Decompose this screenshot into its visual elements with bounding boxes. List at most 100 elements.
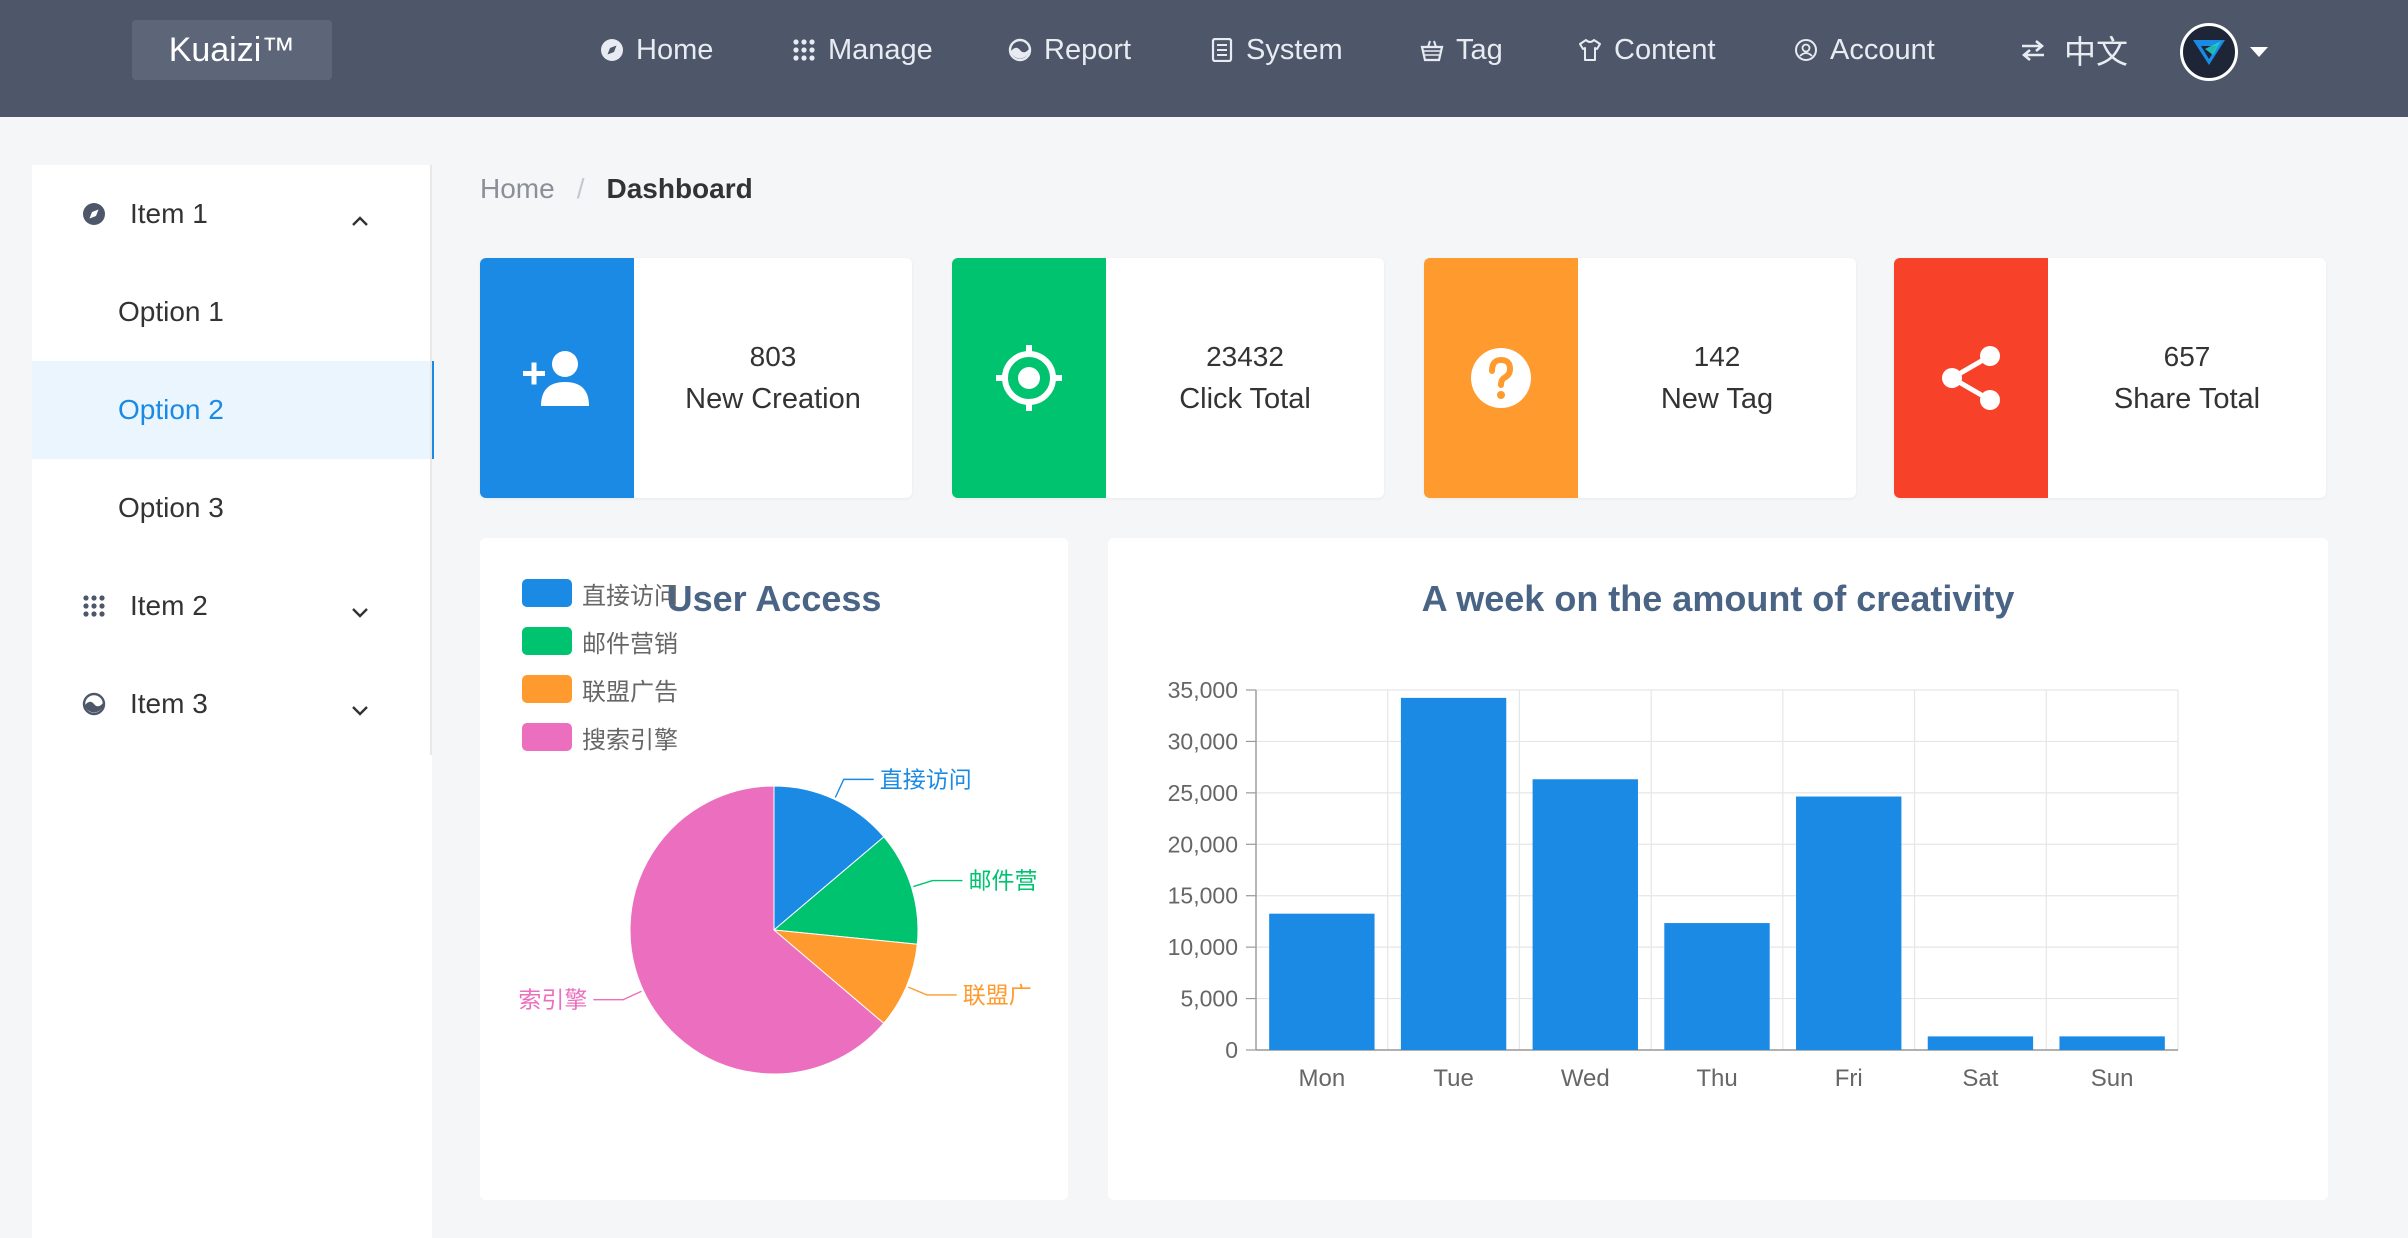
sidebar-item-2[interactable]: Item 2 xyxy=(32,557,432,655)
sidebar-option-3[interactable]: Option 3 xyxy=(32,459,432,557)
bar[interactable] xyxy=(1269,913,1375,1050)
target-icon xyxy=(996,345,1062,411)
bar[interactable] xyxy=(1664,923,1770,1050)
nav-system-label: System xyxy=(1246,33,1343,66)
stat-text: 803 New Creation xyxy=(634,258,912,498)
sidebar-item-1[interactable]: Item 1 xyxy=(32,165,432,263)
grid-icon xyxy=(80,592,108,620)
stat-value: 657 xyxy=(2163,340,2211,372)
nav-manage-label: Manage xyxy=(828,33,933,66)
pie-slice[interactable] xyxy=(629,785,885,1075)
x-tick-label: Mon xyxy=(1299,1065,1346,1092)
chevron-down-icon xyxy=(350,693,370,725)
bar[interactable] xyxy=(1927,1036,2034,1050)
bar-chart: 0 5,000 10,000 15,000 20,000 25,000 30,000 35,0… xyxy=(1168,677,2179,1092)
chart-icon xyxy=(1006,36,1034,64)
legend-item[interactable]: 联盟广告 xyxy=(522,674,678,706)
y-tick-label: 0 xyxy=(1225,1037,1238,1063)
legend-item[interactable]: 直接访问 xyxy=(522,578,678,610)
y-tick-label: 25,000 xyxy=(1168,780,1238,806)
sidebar-item-1-label: Item 1 xyxy=(130,198,208,229)
chevron-up-icon xyxy=(350,203,370,235)
pie-slice[interactable] xyxy=(772,929,918,1025)
y-tick-label: 5,000 xyxy=(1180,986,1238,1012)
sidebar-item-3-label: Item 3 xyxy=(130,688,208,719)
legend-label: 搜索引擎 xyxy=(582,726,678,754)
share-icon xyxy=(1942,346,2000,410)
swap-icon xyxy=(2014,36,2052,64)
stat-value: 803 xyxy=(749,340,797,372)
shirt-icon xyxy=(1576,36,1604,64)
user-access-panel: User Access 直接访问 邮件营销 联盟广告 搜索引擎 直接访问 邮件营联… xyxy=(480,538,1068,1200)
brand-logo-icon xyxy=(2193,40,2225,65)
x-tick-label: Sat xyxy=(1962,1065,1998,1092)
stat-card-new-tag[interactable]: 142 New Tag xyxy=(1424,258,1856,498)
document-icon xyxy=(1208,36,1236,64)
x-tick-label: Thu xyxy=(1696,1065,1737,1092)
top-navbar: Kuaizi™ Home Manage Report System Tag Co xyxy=(0,0,2408,117)
nav-manage[interactable]: Manage xyxy=(790,28,933,72)
stat-label: Click Total xyxy=(1179,382,1311,415)
stat-card-share-total[interactable]: 657 Share Total xyxy=(1894,258,2326,498)
grid-icon xyxy=(790,36,818,64)
user-menu[interactable] xyxy=(2180,22,2268,82)
nav-report-label: Report xyxy=(1044,33,1132,66)
stat-icon-block xyxy=(480,258,634,498)
stat-card-new-creation[interactable]: 803 New Creation xyxy=(480,258,912,498)
stat-text: 23432 Click Total xyxy=(1106,258,1384,498)
account-icon xyxy=(1792,36,1820,64)
breadcrumb: Home / Dashboard xyxy=(480,172,753,206)
nav-home[interactable]: Home xyxy=(598,28,713,72)
nav-tag[interactable]: Tag xyxy=(1418,28,1503,72)
legend-swatch xyxy=(522,723,572,751)
pie-slice[interactable] xyxy=(773,785,885,932)
app-logo[interactable]: Kuaizi™ xyxy=(132,20,332,80)
sidebar-item-3[interactable]: Item 3 xyxy=(32,655,432,753)
legend-item[interactable]: 搜索引擎 xyxy=(522,722,678,754)
pie-label-line xyxy=(593,990,642,1001)
chevron-down-icon[interactable] xyxy=(2250,47,2268,57)
nav-account[interactable]: Account xyxy=(1792,28,1935,72)
y-tick-label: 30,000 xyxy=(1168,728,1238,754)
sidebar-option-2[interactable]: Option 2 xyxy=(32,361,434,459)
legend-label: 邮件营销 xyxy=(582,630,678,658)
nav-content-label: Content xyxy=(1614,33,1716,66)
bar[interactable] xyxy=(1532,779,1638,1050)
stat-value: 142 xyxy=(1693,340,1741,372)
sidebar-option-1[interactable]: Option 1 xyxy=(32,263,432,361)
stat-label: New Creation xyxy=(685,382,861,415)
breadcrumb-home[interactable]: Home xyxy=(480,173,555,205)
nav-tag-label: Tag xyxy=(1456,33,1503,66)
pie-label-line xyxy=(913,879,963,888)
avatar[interactable] xyxy=(2180,23,2238,81)
nav-system[interactable]: System xyxy=(1208,28,1343,72)
chart-icon xyxy=(80,690,108,718)
bar[interactable] xyxy=(1796,796,1902,1050)
stat-value: 23432 xyxy=(1206,340,1284,372)
legend-item[interactable]: 邮件营销 xyxy=(522,626,678,658)
stat-card-click-total[interactable]: 23432 Click Total xyxy=(952,258,1384,498)
stat-icon-block xyxy=(1424,258,1578,498)
compass-icon xyxy=(80,200,108,228)
stat-text: 657 Share Total xyxy=(2048,258,2326,498)
basket-icon xyxy=(1418,36,1446,64)
breadcrumb-current: Dashboard xyxy=(606,173,753,204)
language-switch[interactable]: 中文 xyxy=(2014,28,2128,72)
pie-label-line xyxy=(908,986,957,996)
y-tick-label: 20,000 xyxy=(1168,831,1238,857)
legend-label: 联盟广告 xyxy=(582,678,678,706)
bar[interactable] xyxy=(1400,697,1507,1050)
pie-slice[interactable] xyxy=(772,836,919,945)
nav-report[interactable]: Report xyxy=(1006,28,1131,72)
nav-content[interactable]: Content xyxy=(1576,28,1716,72)
question-icon xyxy=(1471,348,1531,408)
bar[interactable] xyxy=(2059,1036,2165,1050)
creativity-panel: A week on the amount of creativity 0 5,00… xyxy=(1108,538,2328,1200)
stat-label: Share Total xyxy=(2113,382,2261,415)
x-tick-label: Sun xyxy=(2091,1065,2134,1092)
legend-swatch xyxy=(522,627,572,655)
x-tick-label: Wed xyxy=(1561,1065,1610,1092)
pie-slice-label: 邮件营 xyxy=(968,868,1037,894)
y-tick-label: 10,000 xyxy=(1168,934,1238,960)
legend-label: 直接访问 xyxy=(582,582,678,610)
